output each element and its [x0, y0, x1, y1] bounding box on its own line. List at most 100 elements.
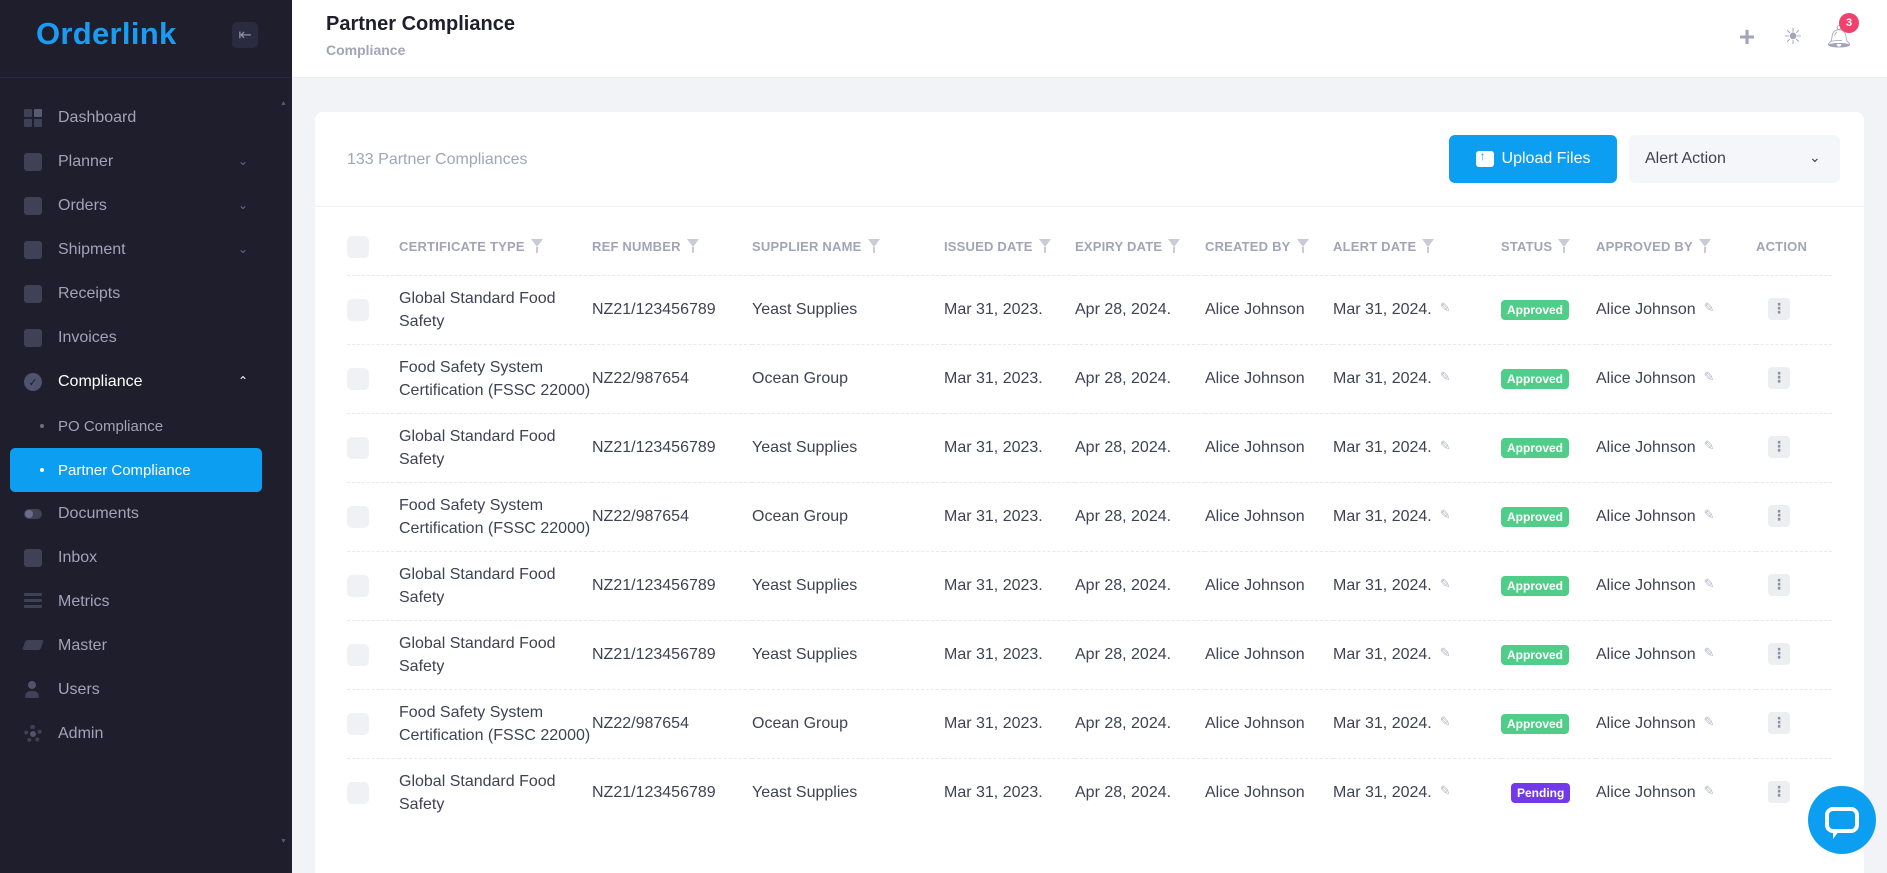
edit-pencil-icon[interactable]: ✎ — [1704, 784, 1718, 798]
cell-action: ⋮ — [1756, 344, 1832, 413]
edit-pencil-icon[interactable]: ✎ — [1440, 370, 1454, 384]
chat-support-button[interactable] — [1808, 786, 1876, 854]
planner-icon — [24, 153, 42, 171]
row-checkbox[interactable] — [347, 643, 369, 666]
cell-created-by: Alice Johnson — [1205, 715, 1305, 732]
more-options-icon[interactable]: ⋮ — [1768, 297, 1790, 320]
bullet-dot-icon — [40, 468, 44, 472]
cell-action: ⋮ — [1756, 413, 1832, 482]
scroll-down-arrow-icon[interactable]: ▼ — [280, 838, 287, 845]
select-all-checkbox[interactable] — [347, 235, 369, 258]
edit-pencil-icon[interactable]: ✎ — [1704, 577, 1718, 591]
edit-pencil-icon[interactable]: ✎ — [1704, 508, 1718, 522]
table-row[interactable]: Global Standard Food Safety NZ21/12345678… — [347, 275, 1832, 344]
theme-sun-icon[interactable]: ☀ — [1778, 22, 1808, 52]
more-options-icon[interactable]: ⋮ — [1768, 573, 1790, 596]
table-row[interactable]: Global Standard Food Safety NZ21/12345678… — [347, 620, 1832, 689]
edit-pencil-icon[interactable]: ✎ — [1440, 301, 1454, 315]
add-icon[interactable]: + — [1732, 21, 1762, 52]
more-options-icon[interactable]: ⋮ — [1768, 780, 1790, 803]
filter-icon[interactable] — [531, 239, 545, 253]
chat-bubble-icon — [1825, 807, 1859, 839]
more-options-icon[interactable]: ⋮ — [1768, 642, 1790, 665]
column-header-issued-date[interactable]: Issued Date — [944, 219, 1075, 275]
status-badge: Approved — [1501, 438, 1570, 458]
edit-pencil-icon[interactable]: ✎ — [1704, 715, 1718, 729]
edit-pencil-icon[interactable]: ✎ — [1440, 784, 1454, 798]
row-checkbox[interactable] — [347, 298, 369, 321]
sidebar-item-planner[interactable]: Planner ⌄ — [0, 140, 292, 184]
column-header-alert-date[interactable]: Alert Date — [1333, 219, 1501, 275]
folder-upload-icon — [1475, 149, 1494, 167]
row-checkbox[interactable] — [347, 712, 369, 735]
more-options-icon[interactable]: ⋮ — [1768, 366, 1790, 389]
edit-pencil-icon[interactable]: ✎ — [1440, 577, 1454, 591]
edit-pencil-icon[interactable]: ✎ — [1440, 439, 1454, 453]
sidebar-item-documents[interactable]: Documents — [0, 492, 292, 536]
row-checkbox[interactable] — [347, 436, 369, 459]
sidebar-item-metrics[interactable]: Metrics — [0, 580, 292, 624]
alert-action-select[interactable]: Alert Action ⌄ — [1629, 135, 1840, 183]
more-options-icon[interactable]: ⋮ — [1768, 711, 1790, 734]
column-header-status[interactable]: Status — [1501, 219, 1596, 275]
filter-icon[interactable] — [1558, 239, 1572, 253]
cell-approved-by: Alice Johnson ✎ — [1596, 620, 1756, 689]
sidebar-subitem-po-compliance[interactable]: PO Compliance — [0, 404, 292, 448]
column-header-created-by[interactable]: Created By — [1205, 219, 1333, 275]
cell-expiry-date: Apr 28, 2024. — [1075, 439, 1172, 456]
edit-pencil-icon[interactable]: ✎ — [1440, 646, 1454, 660]
more-options-icon[interactable]: ⋮ — [1768, 435, 1790, 458]
row-checkbox[interactable] — [347, 781, 369, 804]
edit-pencil-icon[interactable]: ✎ — [1704, 439, 1718, 453]
sidebar-item-orders[interactable]: Orders ⌄ — [0, 184, 292, 228]
cell-alert-date: Mar 31, 2024. ✎ — [1333, 275, 1501, 344]
sidebar-item-inbox[interactable]: Inbox — [0, 536, 292, 580]
sidebar-item-invoices[interactable]: Invoices — [0, 316, 292, 360]
cell-alert-date: Mar 31, 2024. ✎ — [1333, 413, 1501, 482]
column-header-expiry-date[interactable]: Expiry Date — [1075, 219, 1205, 275]
column-header-approved-by[interactable]: Approved By — [1596, 219, 1756, 275]
table-row[interactable]: Food Safety System Certification (FSSC 2… — [347, 482, 1832, 551]
sidebar-item-receipts[interactable]: Receipts — [0, 272, 292, 316]
filter-icon[interactable] — [868, 239, 882, 253]
sidebar-item-users[interactable]: Users — [0, 668, 292, 712]
upload-files-button[interactable]: Upload Files — [1449, 135, 1617, 183]
sidebar-item-compliance[interactable]: ✓ Compliance ⌃ — [0, 360, 292, 404]
table-row[interactable]: Global Standard Food Safety NZ21/12345678… — [347, 551, 1832, 620]
sidebar-item-shipment[interactable]: Shipment ⌄ — [0, 228, 292, 272]
more-options-icon[interactable]: ⋮ — [1768, 504, 1790, 527]
table-row[interactable]: Global Standard Food Safety NZ21/12345678… — [347, 758, 1832, 827]
sidebar-item-label: Planner — [58, 153, 114, 170]
table-row[interactable]: Global Standard Food Safety NZ21/12345678… — [347, 413, 1832, 482]
filter-icon[interactable] — [1168, 239, 1182, 253]
filter-icon[interactable] — [1039, 239, 1053, 253]
edit-pencil-icon[interactable]: ✎ — [1704, 646, 1718, 660]
table-row[interactable]: Food Safety System Certification (FSSC 2… — [347, 344, 1832, 413]
edit-pencil-icon[interactable]: ✎ — [1440, 508, 1454, 522]
edit-pencil-icon[interactable]: ✎ — [1440, 715, 1454, 729]
cell-ref-number: NZ21/123456789 — [592, 301, 716, 318]
status-badge: Approved — [1501, 645, 1570, 665]
row-checkbox[interactable] — [347, 574, 369, 597]
row-checkbox[interactable] — [347, 505, 369, 528]
row-checkbox[interactable] — [347, 367, 369, 390]
collapse-sidebar-icon[interactable]: ⇤ — [232, 22, 258, 48]
sidebar-item-dashboard[interactable]: Dashboard — [0, 96, 292, 140]
sidebar-item-admin[interactable]: Admin — [0, 712, 292, 756]
table-row[interactable]: Food Safety System Certification (FSSC 2… — [347, 689, 1832, 758]
column-header-ref-number[interactable]: Ref Number — [592, 219, 752, 275]
sidebar-subitem-partner-compliance[interactable]: Partner Compliance — [10, 448, 262, 492]
sidebar-item-master[interactable]: Master — [0, 624, 292, 668]
filter-icon[interactable] — [1422, 239, 1436, 253]
edit-pencil-icon[interactable]: ✎ — [1704, 370, 1718, 384]
filter-icon[interactable] — [1297, 239, 1311, 253]
filter-icon[interactable] — [1699, 239, 1713, 253]
cell-certificate-type: Global Standard Food Safety — [399, 634, 556, 675]
filter-icon[interactable] — [687, 239, 701, 253]
column-header-certificate-type[interactable]: Certificate Type — [399, 219, 592, 275]
column-header-supplier-name[interactable]: Supplier Name — [752, 219, 944, 275]
breadcrumb[interactable]: Compliance — [326, 42, 405, 58]
edit-pencil-icon[interactable]: ✎ — [1704, 301, 1718, 315]
card-divider — [315, 206, 1864, 207]
brand-logo[interactable]: Orderlink — [36, 16, 177, 52]
